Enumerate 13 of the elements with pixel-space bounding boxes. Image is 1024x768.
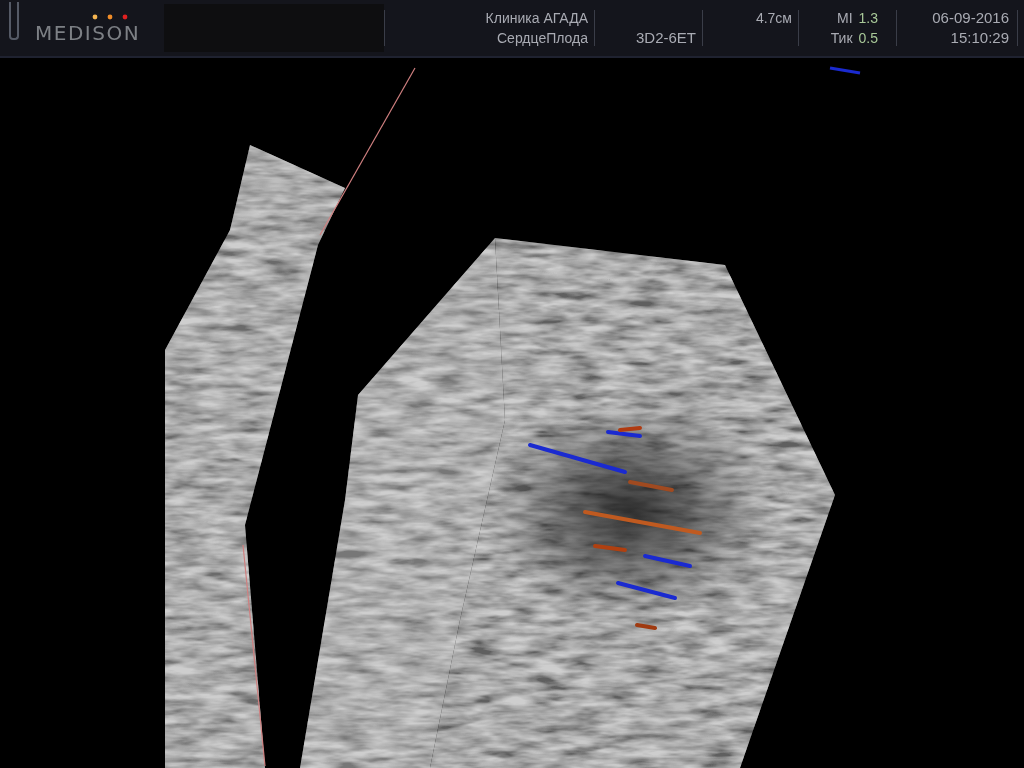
exam-date: 06-09-2016 [932,10,1009,26]
mi-value: 1.3 [858,10,878,26]
tic-label: Тик [830,30,853,46]
orientation-marker-icon [829,66,861,75]
tic-value: 0.5 [858,30,878,46]
clinic-name: Клиника АГАДА [485,10,588,26]
preset-name: СердцеПлода [497,30,588,46]
mi-label: MI [836,10,853,26]
depth-value: 4.7см [755,10,792,26]
brand-logo: MEDISON [35,22,141,44]
exam-time: 15:10:29 [950,30,1009,46]
scroll-handle [9,2,19,40]
probe-name: 3D2-6ET [635,30,696,46]
